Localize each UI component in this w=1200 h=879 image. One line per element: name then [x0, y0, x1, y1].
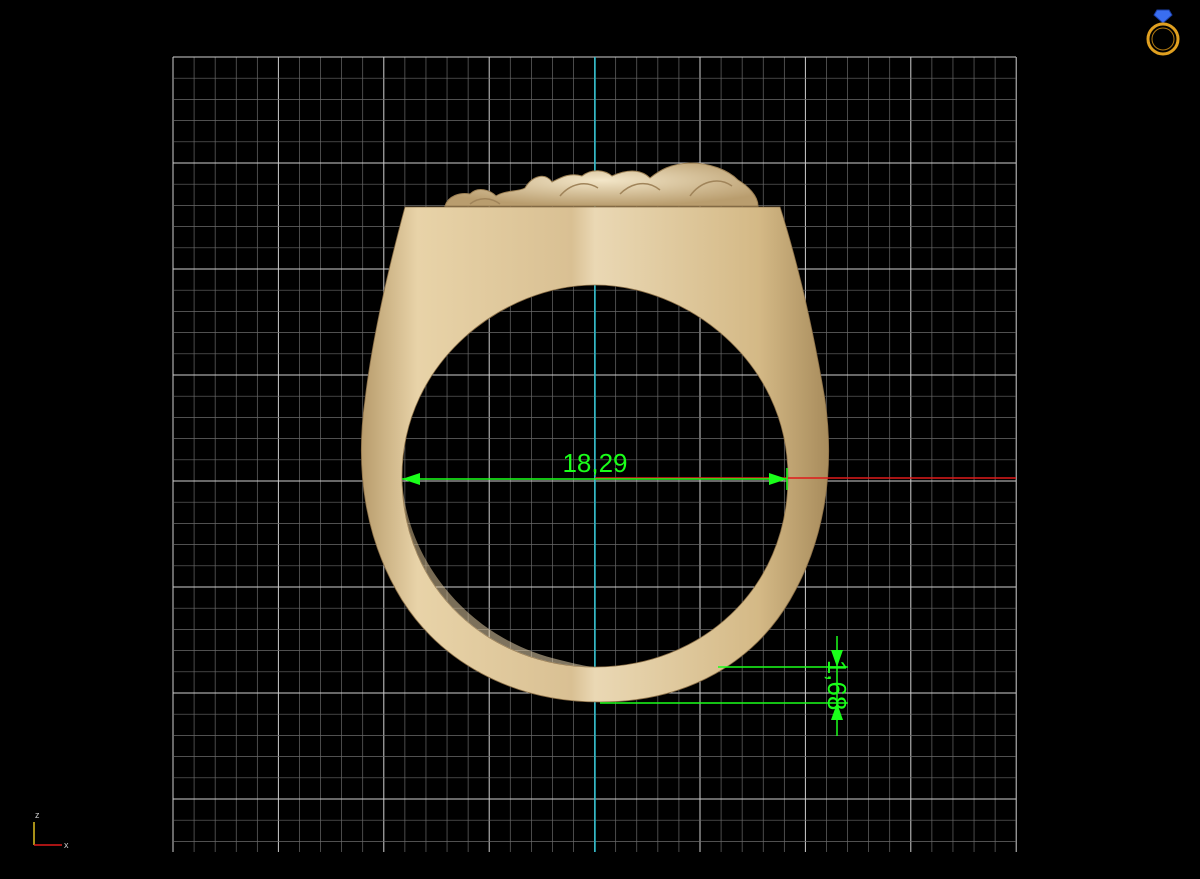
axis-z-label: z — [35, 810, 40, 820]
axis-x-label: x — [64, 840, 69, 850]
diameter-label: 18,29 — [562, 448, 627, 478]
thickness-label: 1,68 — [822, 660, 852, 711]
ring-icon[interactable] — [1140, 6, 1186, 58]
viewport-canvas[interactable]: 18,29 1,68 z x — [0, 0, 1200, 879]
axis-indicator: z x — [33, 810, 69, 850]
ring-inner-band — [402, 477, 595, 667]
